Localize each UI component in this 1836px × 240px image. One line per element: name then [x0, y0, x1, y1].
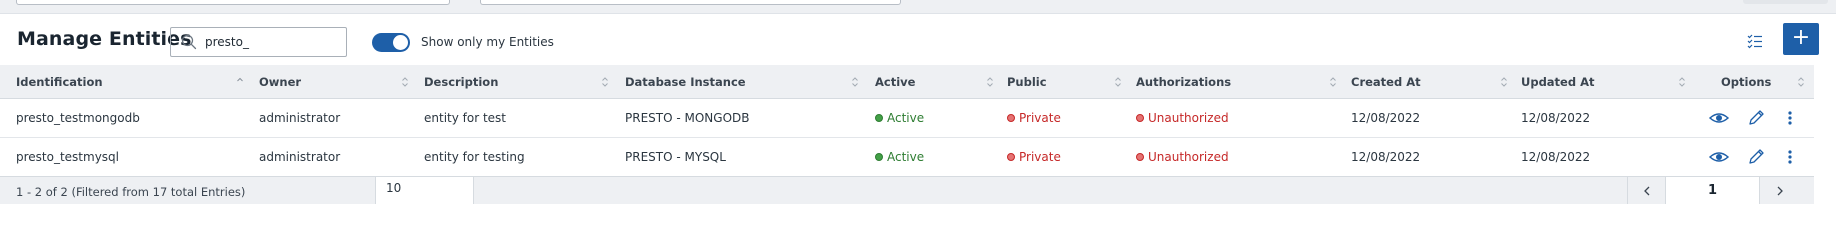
sort-icon[interactable]	[1500, 76, 1508, 88]
sort-icon[interactable]	[236, 76, 244, 88]
bottom-spacer	[0, 204, 1836, 211]
add-entity-button[interactable]: +	[1783, 23, 1819, 55]
column-header-description[interactable]: Description	[424, 75, 498, 89]
show-only-my-entities-toggle[interactable]	[372, 33, 410, 52]
status-dot	[1136, 114, 1144, 122]
cell-public-status: Private	[1007, 150, 1061, 164]
cell-owner: administrator	[259, 150, 341, 164]
page-size-select[interactable]: 10	[375, 177, 474, 205]
cell-authorizations-status: Unauthorized	[1136, 150, 1229, 164]
cell-created-at: 12/08/2022	[1351, 111, 1421, 125]
cell-description: entity for testing	[424, 150, 525, 164]
sort-icon[interactable]	[1114, 76, 1122, 88]
page-size-value: 10	[386, 181, 402, 195]
toggle-label: Show only my Entities	[421, 35, 554, 49]
table-header: Identification Owner Description Databas…	[0, 65, 1814, 99]
next-page-button[interactable]	[1760, 177, 1800, 205]
cell-active-status: Active	[875, 150, 924, 164]
active-label: Active	[887, 111, 925, 125]
previous-page-button[interactable]	[1627, 177, 1665, 205]
authorizations-label: Unauthorized	[1148, 150, 1229, 164]
toggle-knob	[393, 35, 408, 50]
top-filter-field-2[interactable]	[480, 0, 901, 5]
cell-created-at: 12/08/2022	[1351, 150, 1421, 164]
status-dot	[1136, 153, 1144, 161]
list-view-button[interactable]	[1740, 27, 1770, 55]
public-label: Private	[1019, 111, 1061, 125]
search-box[interactable]	[170, 27, 347, 57]
view-eye-icon[interactable]	[1708, 108, 1730, 128]
more-vertical-icon[interactable]	[1779, 108, 1801, 128]
top-action-button[interactable]	[1743, 0, 1828, 4]
cell-updated-at: 12/08/2022	[1521, 111, 1591, 125]
cell-database-instance: PRESTO - MYSQL	[625, 150, 726, 164]
edit-pencil-icon[interactable]	[1745, 108, 1767, 128]
search-icon	[181, 34, 197, 50]
page-title: Manage Entities	[17, 28, 192, 50]
cell-updated-at: 12/08/2022	[1521, 150, 1591, 164]
active-label: Active	[887, 150, 925, 164]
column-header-identification[interactable]: Identification	[16, 75, 103, 89]
sort-icon[interactable]	[1329, 76, 1337, 88]
entries-count: 1 - 2 of 2 (Filtered from 17 total Entri…	[16, 185, 246, 199]
status-dot	[1007, 153, 1015, 161]
column-header-created-at[interactable]: Created At	[1351, 75, 1421, 89]
cell-authorizations-status: Unauthorized	[1136, 111, 1229, 125]
table-row[interactable]: presto_testmysql administrator entity fo…	[0, 138, 1814, 177]
top-toolbar-strip	[0, 0, 1836, 14]
sort-icon[interactable]	[1797, 76, 1805, 88]
cell-active-status: Active	[875, 111, 924, 125]
add-icon: +	[1791, 25, 1811, 50]
cell-description: entity for test	[424, 111, 507, 125]
search-input[interactable]	[205, 33, 340, 51]
table-row[interactable]: presto_testmongodb administrator entity …	[0, 99, 1814, 138]
cell-database-instance: PRESTO - MONGODB	[625, 111, 750, 125]
list-view-icon	[1747, 34, 1762, 49]
status-dot	[1007, 114, 1015, 122]
chevron-right-icon	[1777, 186, 1783, 196]
cell-identification[interactable]: presto_testmysql	[16, 150, 119, 164]
view-eye-icon[interactable]	[1708, 147, 1730, 167]
authorizations-label: Unauthorized	[1148, 111, 1229, 125]
column-header-database-instance[interactable]: Database Instance	[625, 75, 746, 89]
more-vertical-icon[interactable]	[1779, 147, 1801, 167]
cell-public-status: Private	[1007, 111, 1061, 125]
table-footer: 1 - 2 of 2 (Filtered from 17 total Entri…	[0, 176, 1814, 205]
column-header-authorizations[interactable]: Authorizations	[1136, 75, 1231, 89]
column-header-active[interactable]: Active	[875, 75, 915, 89]
column-header-public[interactable]: Public	[1007, 75, 1047, 89]
cell-identification[interactable]: presto_testmongodb	[16, 111, 140, 125]
cell-owner: administrator	[259, 111, 341, 125]
chevron-left-icon	[1644, 186, 1650, 196]
edit-pencil-icon[interactable]	[1745, 147, 1767, 167]
current-page[interactable]: 1	[1665, 177, 1760, 205]
top-filter-field-1[interactable]	[16, 0, 450, 5]
sort-icon[interactable]	[601, 76, 609, 88]
column-header-owner[interactable]: Owner	[259, 75, 301, 89]
sort-icon[interactable]	[851, 76, 859, 88]
status-dot	[875, 114, 883, 122]
sort-icon[interactable]	[986, 76, 994, 88]
sort-icon[interactable]	[401, 76, 409, 88]
status-dot	[875, 153, 883, 161]
column-header-options: Options	[1721, 75, 1772, 89]
sort-icon[interactable]	[1678, 76, 1686, 88]
public-label: Private	[1019, 150, 1061, 164]
column-header-updated-at[interactable]: Updated At	[1521, 75, 1595, 89]
